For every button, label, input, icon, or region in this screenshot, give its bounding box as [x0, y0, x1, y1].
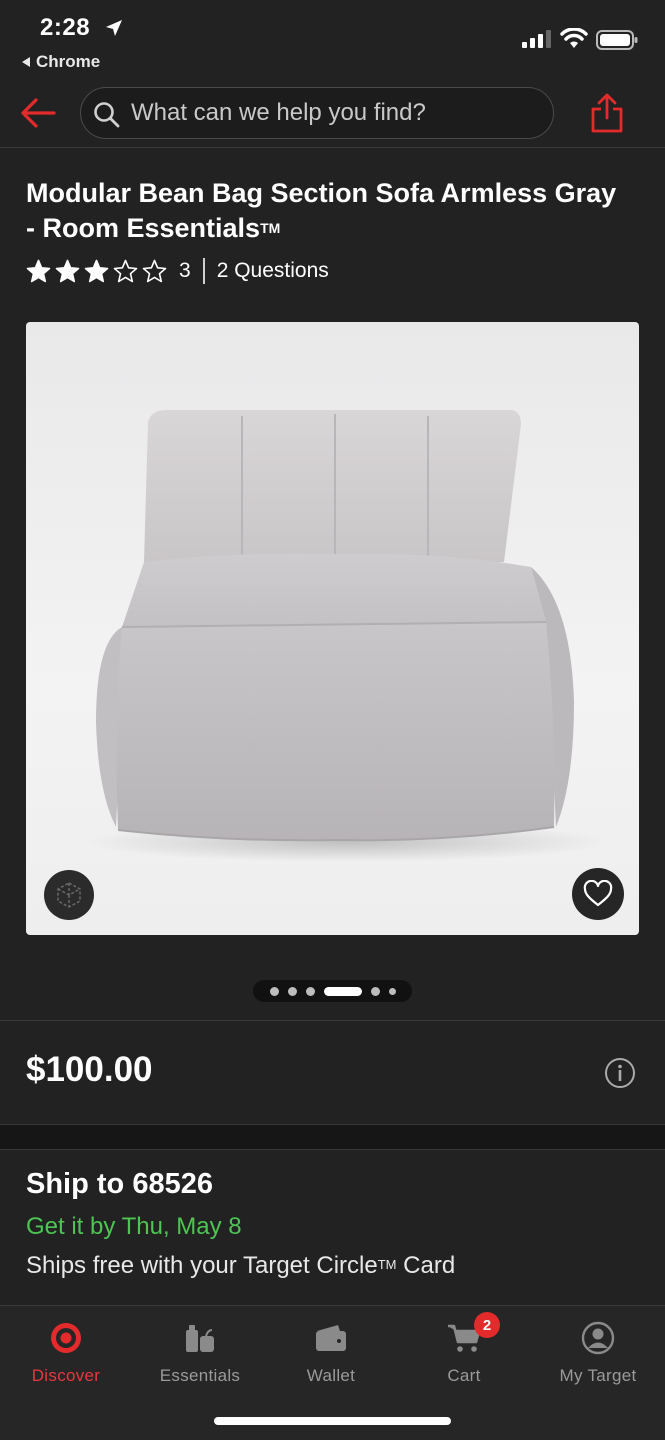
- ship-to-zip[interactable]: Ship to 68526: [26, 1168, 213, 1201]
- tab-my-target[interactable]: My Target: [538, 1318, 658, 1390]
- 3d-cube-icon: [57, 882, 81, 908]
- cart-count-badge: 2: [474, 1312, 500, 1338]
- carousel-dot[interactable]: [269, 986, 279, 996]
- carousel-dot[interactable]: [305, 986, 315, 996]
- free-shipping-note: Ships free with your Target CircleTM Car…: [26, 1252, 455, 1280]
- questions-link[interactable]: 2 Questions: [217, 259, 329, 283]
- star-filled-icon: [84, 259, 109, 282]
- star-rating: [26, 259, 167, 284]
- trademark-mark: TM: [260, 220, 281, 236]
- divider: [0, 1020, 665, 1021]
- tab-wallet[interactable]: Wallet: [271, 1318, 391, 1390]
- essentials-icon: [186, 1325, 214, 1352]
- back-to-app-link[interactable]: Chrome: [22, 52, 100, 72]
- carousel-dot-active[interactable]: [323, 986, 362, 996]
- rating-divider: [202, 258, 205, 284]
- image-carousel-indicator[interactable]: [253, 980, 412, 1002]
- wifi-icon: [560, 28, 588, 48]
- rating-count[interactable]: 3: [179, 259, 191, 283]
- star-empty-icon: [113, 259, 138, 282]
- star-filled-icon: [26, 259, 51, 282]
- free-shipping-prefix: Ships free with your Target Circle: [26, 1252, 378, 1279]
- status-time: 2:28: [40, 14, 91, 41]
- free-shipping-suffix: Card: [396, 1252, 456, 1279]
- target-bullseye-icon: [51, 1323, 81, 1353]
- favorite-button[interactable]: [572, 868, 624, 920]
- view-in-3d-button[interactable]: [44, 870, 94, 920]
- bean-bag-sofa-image: [86, 410, 606, 862]
- wallet-icon: [316, 1325, 346, 1351]
- tab-label: My Target: [559, 1366, 637, 1385]
- header-bar: [0, 78, 665, 148]
- tab-discover[interactable]: Discover: [6, 1318, 126, 1390]
- tab-label: Discover: [31, 1366, 101, 1385]
- tab-cart[interactable]: 2 Cart: [404, 1312, 524, 1390]
- circle-trademark: TM: [377, 1257, 397, 1272]
- tab-label: Essentials: [159, 1366, 241, 1385]
- star-filled-icon: [55, 259, 80, 282]
- rating-row[interactable]: 3 2 Questions: [26, 256, 329, 286]
- account-icon: [581, 1321, 615, 1355]
- search-input[interactable]: [131, 88, 531, 138]
- search-icon: [94, 102, 120, 128]
- product-title-text: Modular Bean Bag Section Sofa Armless Gr…: [26, 178, 617, 243]
- delivery-estimate: Get it by Thu, May 8: [26, 1213, 242, 1240]
- location-arrow-icon: [106, 20, 122, 36]
- share-icon[interactable]: [588, 92, 626, 134]
- tab-essentials[interactable]: Essentials: [140, 1318, 260, 1390]
- carousel-dot[interactable]: [287, 986, 297, 996]
- carousel-dot[interactable]: [370, 986, 380, 996]
- back-triangle-icon: [22, 57, 30, 67]
- product-price: $100.00: [26, 1050, 153, 1089]
- home-indicator[interactable]: [214, 1417, 451, 1425]
- carousel-dot[interactable]: [388, 987, 396, 995]
- search-box[interactable]: [80, 87, 554, 139]
- battery-icon: [596, 30, 638, 50]
- status-bar: 2:28 Chrome: [0, 0, 665, 78]
- back-arrow-icon[interactable]: [18, 96, 58, 130]
- info-icon[interactable]: [604, 1057, 636, 1089]
- star-empty-icon: [142, 259, 167, 282]
- cellular-signal-icon: [522, 30, 551, 48]
- tab-label: Cart: [447, 1366, 481, 1385]
- product-title: Modular Bean Bag Section Sofa Armless Gr…: [26, 176, 626, 246]
- tab-label: Wallet: [306, 1366, 356, 1385]
- product-image[interactable]: [26, 322, 639, 935]
- heart-icon: [583, 880, 613, 907]
- section-divider-band: [0, 1124, 665, 1150]
- back-app-label: Chrome: [36, 52, 101, 71]
